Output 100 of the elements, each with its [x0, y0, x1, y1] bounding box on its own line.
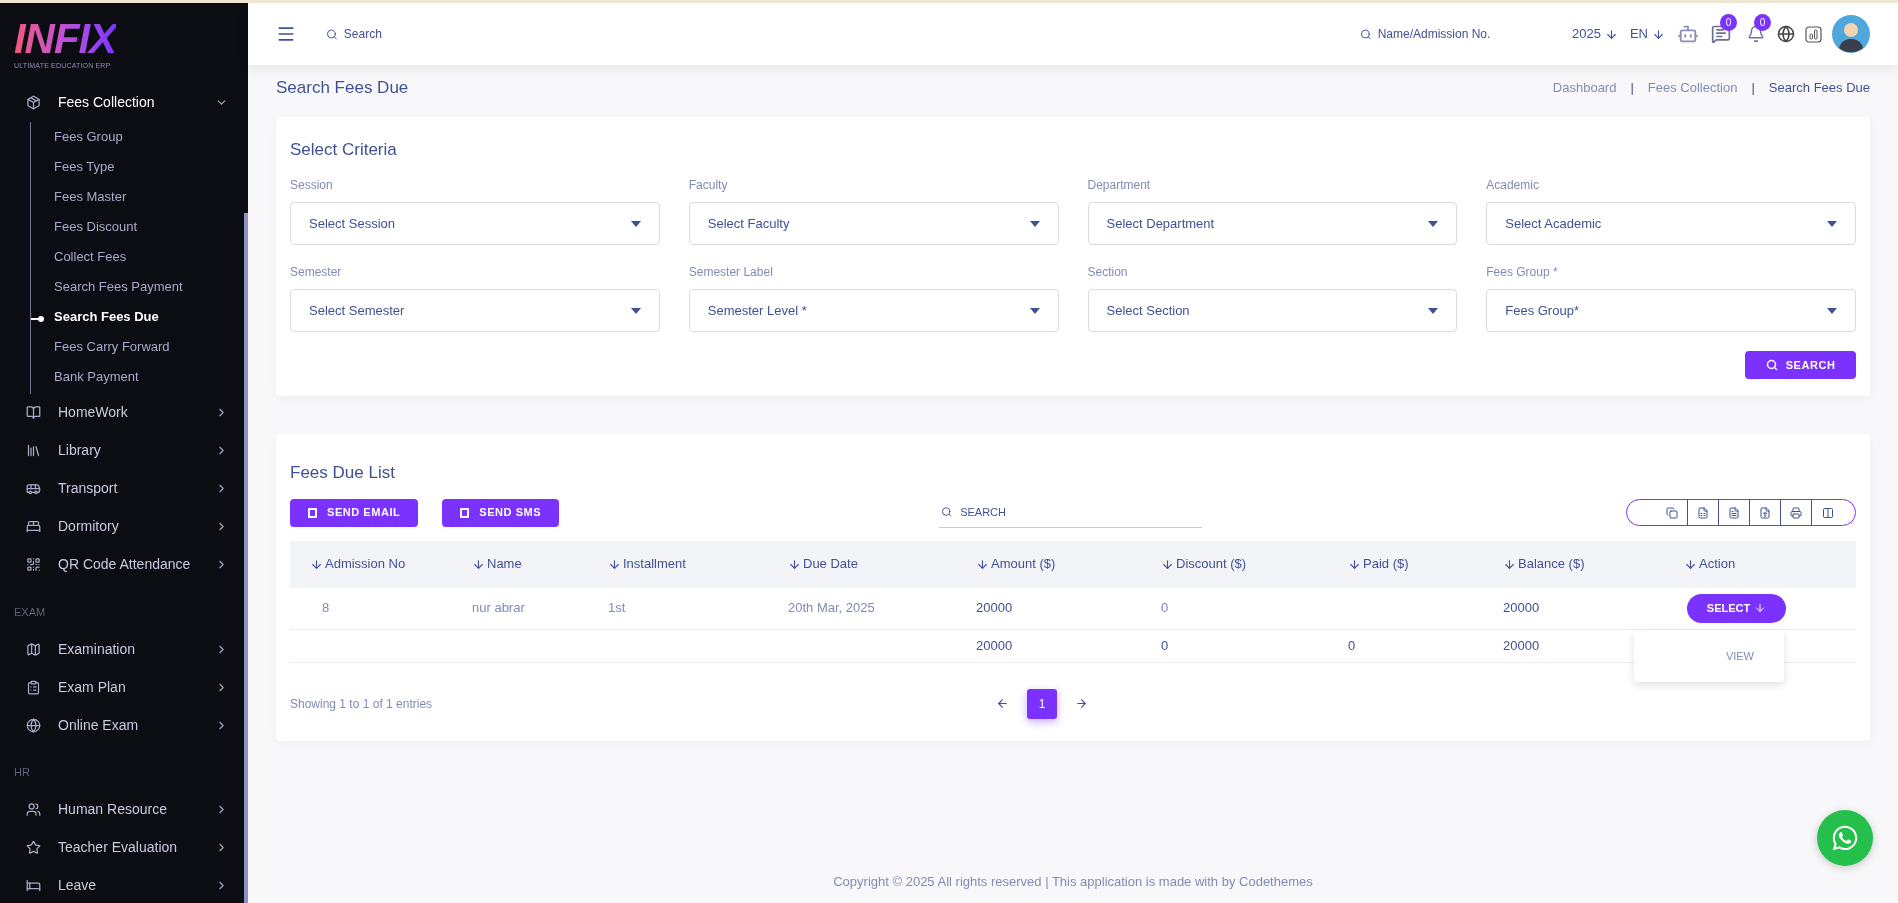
caret-icon	[630, 307, 641, 314]
square-icon	[308, 507, 317, 518]
section-heading: EXAM	[13, 604, 47, 620]
submenu-item[interactable]: Fees Group	[54, 126, 123, 147]
language-selector[interactable]: EN	[1629, 24, 1665, 44]
year-selector[interactable]: 2025	[1572, 24, 1618, 44]
field-label: Department	[1087, 177, 1152, 194]
select-field[interactable]: Select Session	[290, 202, 660, 245]
send-button[interactable]: SEND SMS	[442, 498, 560, 527]
sidebar-item[interactable]: Transport	[0, 469, 248, 508]
sidebar-item[interactable]: Fees Collection	[0, 83, 248, 122]
robot-icon[interactable]	[1677, 23, 1699, 45]
globe-icon[interactable]	[1777, 25, 1795, 43]
select-field[interactable]: Select Academic	[1486, 202, 1856, 245]
sidebar-item[interactable]: Human Resource	[0, 790, 248, 829]
select-button[interactable]: SELECT	[1687, 593, 1786, 623]
notification-count-badge: 0	[1754, 14, 1771, 31]
caret-icon	[1428, 307, 1439, 314]
table-cell: 8	[322, 600, 330, 616]
column-header[interactable]: Due Date	[788, 554, 976, 574]
search-icon	[1360, 27, 1372, 41]
select-field[interactable]: Fees Group*	[1486, 289, 1856, 332]
submenu-item[interactable]: Fees Discount	[54, 216, 138, 237]
next-page-icon[interactable]	[1075, 697, 1088, 710]
submenu-item[interactable]: Search Fees Due	[54, 306, 159, 327]
field-label: Faculty	[688, 177, 729, 194]
sidebar-item[interactable]: HomeWork	[0, 393, 248, 432]
sort-arrow-icon	[1503, 557, 1516, 571]
column-header[interactable]: Name	[472, 554, 608, 574]
entries-info: Showing 1 to 1 of 1 entries	[290, 695, 434, 713]
table-cell: 20th Mar, 2025	[788, 600, 875, 616]
field-label: Semester Label	[688, 264, 774, 281]
breadcrumb-link[interactable]: Search Fees Due	[1768, 78, 1870, 98]
column-header[interactable]: Installment	[608, 554, 788, 574]
sort-arrow-icon	[608, 557, 621, 571]
caret-icon	[1428, 220, 1439, 227]
avatar-icon[interactable]	[1832, 15, 1870, 53]
sidebar-item[interactable]: QR Code Attendance	[0, 545, 248, 584]
submenu-item[interactable]: Fees Carry Forward	[54, 336, 170, 357]
column-header[interactable]: Paid ($)	[1348, 554, 1503, 574]
student-search-field[interactable]: Name/Admission No.	[1377, 25, 1530, 43]
table-search-field[interactable]: SEARCH	[960, 503, 1202, 521]
table-cell: 20000	[976, 600, 1013, 616]
arrow-down-icon	[1652, 27, 1665, 41]
submenu-item[interactable]: Fees Type	[54, 156, 115, 177]
sort-arrow-icon	[1348, 557, 1361, 571]
sidebar-item[interactable]: Examination	[0, 630, 248, 668]
search-button[interactable]: SEARCH	[1745, 351, 1856, 379]
sidebar-item[interactable]: Exam Plan	[0, 668, 248, 706]
sort-arrow-icon	[976, 557, 989, 571]
table-cell: 20000	[1503, 600, 1540, 616]
message-count-badge: 0	[1720, 14, 1737, 31]
card-title: Select Criteria	[290, 138, 398, 161]
search-icon	[941, 506, 953, 518]
search-icon	[1765, 359, 1778, 371]
sort-arrow-icon	[1161, 557, 1174, 571]
page-button[interactable]: 1	[1027, 688, 1057, 719]
sidebar-item[interactable]: Online Exam	[0, 706, 248, 744]
table-cell: nur abrar	[472, 600, 525, 616]
sidebar-item[interactable]: Leave	[0, 866, 248, 903]
select-field[interactable]: Select Faculty	[688, 202, 1059, 245]
select-field[interactable]: Select Semester	[290, 289, 660, 332]
menu-item[interactable]: VIEW	[1725, 647, 1754, 664]
column-header[interactable]: Discount ($)	[1161, 554, 1348, 574]
select-field[interactable]: Select Section	[1087, 289, 1458, 332]
chat-icon[interactable]	[1711, 24, 1731, 44]
page-title: Search Fees Due	[276, 77, 409, 99]
column-header[interactable]: Admission No	[310, 554, 472, 574]
chart-icon[interactable]	[1805, 25, 1822, 43]
caret-icon	[1029, 307, 1040, 314]
caret-icon	[1827, 307, 1837, 314]
caret-icon	[1827, 220, 1837, 227]
active-marker-icon	[31, 315, 44, 323]
submenu-item[interactable]: Bank Payment	[54, 366, 139, 387]
sidebar-item[interactable]: Teacher Evaluation	[0, 828, 248, 867]
column-header[interactable]: Action	[1684, 554, 1856, 574]
total-cell: 20000	[976, 637, 1013, 653]
total-cell: 0	[1348, 637, 1356, 653]
table-cell: 0	[1161, 600, 1169, 616]
column-header[interactable]: Balance ($)	[1503, 554, 1684, 574]
phone-bubble-icon	[1831, 824, 1859, 852]
send-button[interactable]: SEND EMAIL	[290, 498, 419, 527]
column-header[interactable]: Amount ($)	[976, 554, 1161, 574]
bell-icon[interactable]	[1747, 25, 1765, 43]
field-label: Fees Group *	[1486, 264, 1559, 281]
search-field[interactable]: Search	[343, 25, 526, 43]
sidebar-item[interactable]: Dormitory	[0, 507, 248, 546]
submenu-item[interactable]: Fees Master	[54, 186, 127, 207]
select-field[interactable]: Select Department	[1087, 202, 1458, 245]
select-field[interactable]: Semester Level *	[688, 289, 1059, 332]
submenu-item[interactable]: Collect Fees	[54, 246, 127, 267]
sidebar-item[interactable]: Library	[0, 431, 248, 470]
caret-icon	[630, 220, 641, 227]
arrow-down-icon	[1754, 602, 1767, 614]
submenu-item[interactable]: Search Fees Payment	[54, 276, 183, 297]
sort-arrow-icon	[472, 557, 485, 571]
field-label: Academic	[1486, 177, 1540, 194]
sort-arrow-icon	[1684, 557, 1697, 571]
previous-page-icon[interactable]	[996, 697, 1009, 710]
field-label: Session	[290, 177, 334, 194]
